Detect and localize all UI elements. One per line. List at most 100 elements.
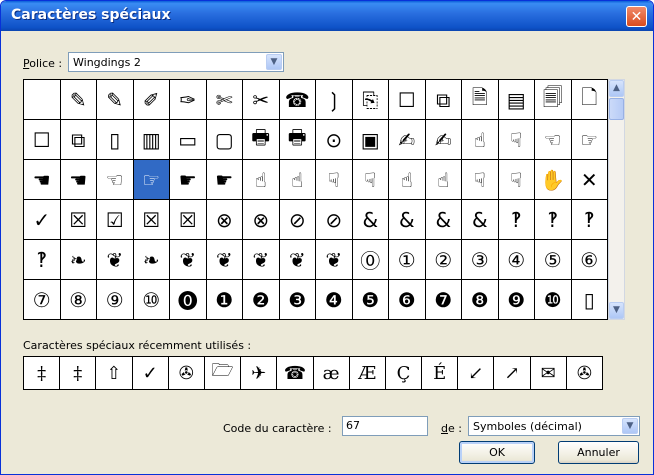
recent-character-cell[interactable]: ✉ — [530, 357, 567, 390]
character-cell[interactable]: ⑦ — [24, 280, 61, 320]
character-cell[interactable]: ❾ — [498, 280, 535, 320]
character-cell[interactable]: ❦ — [97, 240, 134, 280]
character-cell[interactable]: ☎ — [279, 80, 316, 120]
character-cell[interactable]: ❼ — [425, 280, 462, 320]
recent-character-cell[interactable]: ✇ — [566, 357, 603, 390]
character-cell[interactable]: ⧉ — [425, 80, 462, 120]
recent-character-cell[interactable]: ↗ — [494, 357, 531, 390]
character-cell[interactable]: ❿ — [535, 280, 572, 320]
character-cell[interactable] — [24, 80, 61, 120]
character-cell[interactable]: ☒ — [170, 200, 207, 240]
character-cell[interactable]: ⊙ — [316, 120, 353, 160]
vertical-scrollbar[interactable]: ▲ ▼ — [608, 79, 625, 320]
character-cell[interactable]: ❹ — [316, 280, 353, 320]
character-cell[interactable]: ☟ — [498, 120, 535, 160]
character-cell[interactable]: ❦ — [243, 240, 280, 280]
character-cell[interactable]: ☟ — [462, 160, 499, 200]
character-cell[interactable]: ⑥ — [571, 240, 608, 280]
character-cell[interactable]: ✎ — [97, 80, 134, 120]
character-cell[interactable]: ☞ — [571, 120, 608, 160]
character-cell[interactable]: ❦ — [170, 240, 207, 280]
character-cell[interactable]: ☟ — [316, 160, 353, 200]
character-cell[interactable]: 🖶 — [279, 120, 316, 160]
character-cell[interactable]: ✋ — [535, 160, 572, 200]
character-cell[interactable]: ❦ — [316, 240, 353, 280]
recent-character-cell[interactable]: Æ — [349, 357, 386, 390]
character-cell[interactable]: ⊘ — [316, 200, 353, 240]
character-cell[interactable]: ✂ — [243, 80, 280, 120]
character-cell[interactable]: ✑ — [170, 80, 207, 120]
character-cell[interactable]: ▯ — [571, 280, 608, 320]
character-cell[interactable]: ☐ — [24, 120, 61, 160]
character-cell[interactable]: ❦ — [279, 240, 316, 280]
character-cell[interactable]: ❦ — [206, 240, 243, 280]
character-cell[interactable]: ✍ — [425, 120, 462, 160]
character-cell[interactable]: ▥ — [133, 120, 170, 160]
character-cell[interactable]: ▤ — [498, 80, 535, 120]
chevron-down-icon[interactable]: ▼ — [266, 54, 282, 70]
cancel-button[interactable]: Annuler — [558, 441, 639, 464]
character-cell[interactable]: ⎘ — [352, 80, 389, 120]
character-cell[interactable]: 🗋 — [571, 80, 608, 120]
character-cell[interactable]: ② — [425, 240, 462, 280]
recent-character-cell[interactable]: ✓ — [132, 357, 169, 390]
recent-character-cell[interactable]: ‡ — [60, 357, 97, 390]
character-cell[interactable]: ‽ — [24, 240, 61, 280]
character-cell[interactable]: ⊗ — [206, 200, 243, 240]
recent-character-cell[interactable]: 🗁 — [204, 357, 242, 390]
character-cell[interactable]: ☐ — [389, 80, 426, 120]
character-cell[interactable]: ⓿ — [170, 280, 207, 320]
recent-character-cell[interactable]: ✇ — [168, 357, 205, 390]
character-cell[interactable]: ❺ — [352, 280, 389, 320]
character-cell[interactable]: ✕ — [571, 160, 608, 200]
character-cell[interactable]: ⧉ — [60, 120, 97, 160]
character-cell[interactable]: ④ — [498, 240, 535, 280]
character-cell[interactable]: ⊗ — [243, 200, 280, 240]
character-cell[interactable]: ☜ — [535, 120, 572, 160]
character-cell[interactable]: ☝ — [462, 120, 499, 160]
character-cell[interactable]: ☛ — [206, 160, 243, 200]
character-cell[interactable]: ▣ — [352, 120, 389, 160]
character-cell[interactable]: ☞ — [133, 160, 170, 200]
character-cell[interactable]: ✄ — [206, 80, 243, 120]
character-cell[interactable]: ③ — [462, 240, 499, 280]
recent-character-cell[interactable]: Ç — [385, 357, 423, 390]
character-cell[interactable]: & — [425, 200, 462, 240]
character-cell[interactable]: ☝ — [425, 160, 462, 200]
character-cell[interactable]: ❻ — [389, 280, 426, 320]
character-cell[interactable]: & — [462, 200, 499, 240]
character-cell[interactable]: ☒ — [133, 200, 170, 240]
character-cell[interactable]: ⑤ — [535, 240, 572, 280]
character-cell[interactable]: ⑨ — [97, 280, 134, 320]
character-cell[interactable]: ‽ — [571, 200, 608, 240]
scroll-down-icon[interactable]: ▼ — [609, 302, 624, 319]
character-cell[interactable]: 🖶 — [243, 120, 280, 160]
recent-character-cell[interactable]: ‡ — [24, 357, 61, 390]
ok-button[interactable]: OK — [459, 441, 535, 464]
character-cell[interactable]: ✐ — [133, 80, 170, 120]
character-cell[interactable]: 🗐 — [535, 80, 572, 120]
character-cell[interactable]: ▭ — [170, 120, 207, 160]
character-cell[interactable]: ‽ — [535, 200, 572, 240]
character-cell[interactable]: ⑧ — [60, 280, 97, 320]
character-cell[interactable]: ☜ — [97, 160, 134, 200]
recent-character-cell[interactable]: É — [422, 357, 459, 390]
character-cell[interactable]: ▯ — [97, 120, 134, 160]
character-cell[interactable]: ❳ — [316, 80, 353, 120]
character-cell[interactable]: & — [389, 200, 426, 240]
character-cell[interactable]: ☛ — [170, 160, 207, 200]
recent-character-cell[interactable]: ⇧ — [96, 357, 133, 390]
character-cell[interactable]: ✓ — [24, 200, 61, 240]
character-cell[interactable]: ✎ — [60, 80, 97, 120]
character-cell[interactable]: ☟ — [352, 160, 389, 200]
character-code-input[interactable]: 67 — [342, 416, 428, 436]
recent-character-cell[interactable]: æ — [313, 357, 350, 390]
character-cell[interactable]: ❧ — [133, 240, 170, 280]
character-cell[interactable]: ❷ — [243, 280, 280, 320]
character-cell[interactable]: ⑩ — [133, 280, 170, 320]
character-cell[interactable]: ☝ — [243, 160, 280, 200]
chevron-down-icon[interactable]: ▼ — [622, 418, 638, 434]
from-select[interactable]: Symboles (décimal) ▼ — [468, 416, 640, 436]
character-cell[interactable]: ☟ — [498, 160, 535, 200]
character-cell[interactable]: ❸ — [279, 280, 316, 320]
